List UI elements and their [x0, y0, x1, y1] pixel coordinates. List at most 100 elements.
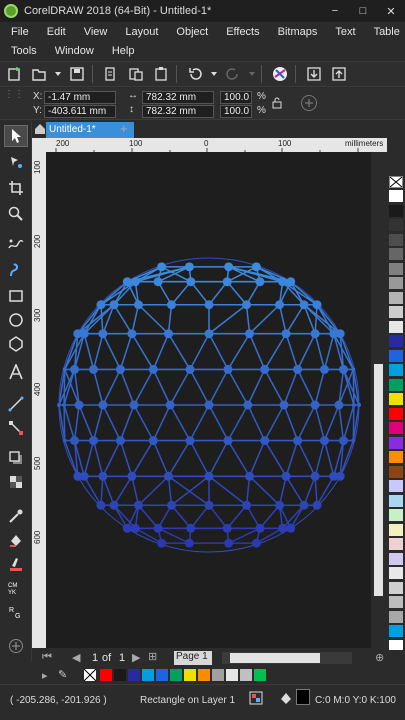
no-fill-swatch[interactable] [83, 668, 97, 682]
palette-swatch[interactable] [389, 320, 403, 333]
add-page-icon[interactable]: ⊞ [148, 650, 157, 663]
palette-swatch[interactable] [389, 480, 403, 492]
height-field[interactable]: 782.32 mm [142, 105, 214, 118]
width-field[interactable]: 782.32 mm [142, 91, 214, 104]
menu-layout[interactable]: Layout [114, 26, 165, 38]
artistic-media-tool-icon[interactable] [4, 259, 28, 281]
menu-effects[interactable]: Effects [215, 26, 266, 38]
text-tool-icon[interactable] [4, 361, 28, 383]
scale-width-field[interactable]: 100.0 [220, 91, 252, 104]
next-page-icon[interactable]: ▶ [132, 651, 140, 664]
print-icon[interactable] [100, 63, 122, 85]
corel-connect-icon[interactable] [269, 63, 291, 85]
shape-tool-icon[interactable] [4, 151, 28, 173]
palette-swatch[interactable] [389, 465, 403, 478]
document-color-swatch[interactable] [100, 669, 112, 681]
palette-swatch[interactable] [389, 393, 403, 405]
pick-tool-icon[interactable] [4, 125, 28, 147]
palette-swatch[interactable] [389, 625, 403, 637]
menu-help[interactable]: Help [101, 45, 142, 57]
document-color-swatch[interactable] [212, 669, 224, 681]
page-1-tab[interactable]: Page 1 [174, 651, 212, 665]
undo-dropdown-icon[interactable] [209, 63, 219, 85]
eyedropper-icon[interactable]: ✎ [58, 668, 67, 681]
document-color-swatch[interactable] [170, 669, 182, 681]
fill-color-swatch[interactable] [296, 689, 310, 705]
palette-swatch[interactable] [389, 306, 403, 318]
palette-swatch[interactable] [389, 552, 403, 565]
palette-swatch[interactable] [389, 596, 403, 608]
palette-swatch[interactable] [389, 349, 403, 362]
menu-edit[interactable]: Edit [36, 26, 73, 38]
palette-swatch[interactable] [389, 581, 403, 594]
add-icon[interactable] [300, 94, 318, 115]
polygon-tool-icon[interactable] [4, 333, 28, 355]
palette-swatch[interactable] [389, 523, 403, 536]
palette-swatch[interactable] [389, 190, 403, 202]
document-color-swatch[interactable] [156, 669, 168, 681]
cmyk-tool-icon[interactable]: CM YK [4, 577, 28, 599]
transparency-tool-icon[interactable] [4, 471, 28, 493]
redo-dropdown-icon[interactable] [247, 63, 257, 85]
new-document-icon[interactable] [3, 63, 25, 85]
palette-swatch[interactable] [389, 233, 403, 246]
palette-swatch[interactable] [389, 451, 403, 463]
menu-object[interactable]: Object [165, 26, 215, 38]
document-color-swatch[interactable] [128, 669, 140, 681]
fill-icon[interactable] [279, 691, 295, 708]
rectangle-tool-icon[interactable] [4, 285, 28, 307]
eyedropper-tool-icon[interactable] [4, 505, 28, 527]
minimize-button[interactable]: − [321, 0, 349, 22]
menu-window[interactable]: Window [44, 45, 101, 57]
palette-swatch[interactable] [389, 277, 403, 289]
document-color-swatch[interactable] [142, 669, 154, 681]
add-tab-button[interactable]: + [120, 121, 128, 136]
paste-icon[interactable] [150, 63, 172, 85]
open-dropdown-icon[interactable] [53, 63, 63, 85]
close-button[interactable]: ✕ [377, 0, 405, 22]
menu-tools[interactable]: Tools [0, 45, 44, 57]
shadow-tool-icon[interactable] [4, 447, 28, 469]
palette-swatch[interactable] [389, 204, 403, 217]
home-icon[interactable] [34, 123, 46, 138]
horizontal-scrollbar[interactable] [222, 652, 352, 664]
redo-icon[interactable] [222, 63, 244, 85]
palette-swatch[interactable] [389, 335, 403, 347]
document-color-swatch[interactable] [254, 669, 266, 681]
scrollbar-thumb[interactable] [230, 653, 320, 663]
save-icon[interactable] [66, 63, 88, 85]
palette-swatch[interactable] [389, 436, 403, 449]
smart-fill-tool-icon[interactable] [4, 553, 28, 575]
add-tool-icon[interactable] [4, 635, 28, 657]
zoom-navigator-icon[interactable]: ⊕ [375, 651, 384, 664]
undo-icon[interactable] [184, 63, 206, 85]
import-icon[interactable] [303, 63, 325, 85]
menu-view[interactable]: View [73, 26, 115, 38]
lock-ratio-icon[interactable] [272, 97, 282, 112]
palette-swatch[interactable] [389, 364, 403, 376]
zoom-tool-icon[interactable] [4, 203, 28, 225]
menu-bitmaps[interactable]: Bitmaps [267, 26, 325, 38]
palette-swatch[interactable] [389, 248, 403, 260]
ellipse-tool-icon[interactable] [4, 309, 28, 331]
document-color-swatch[interactable] [184, 669, 196, 681]
menu-text[interactable]: Text [324, 26, 362, 38]
document-color-swatch[interactable] [240, 669, 252, 681]
cut-icon[interactable] [125, 63, 147, 85]
freehand-tool-icon[interactable] [4, 233, 28, 255]
menu-table[interactable]: Table [363, 26, 405, 38]
maximize-button[interactable]: □ [349, 0, 377, 22]
palette-swatch[interactable] [389, 538, 403, 550]
document-color-swatch[interactable] [226, 669, 238, 681]
menu-file[interactable]: File [0, 26, 36, 38]
geodesic-sphere-drawing[interactable] [46, 152, 371, 648]
palette-swatch[interactable] [389, 422, 403, 434]
crop-tool-icon[interactable] [4, 177, 28, 199]
drawing-canvas[interactable] [46, 152, 371, 648]
scrollbar-thumb[interactable] [374, 364, 383, 596]
x-position-field[interactable]: -1.47 mm [44, 91, 116, 104]
vertical-scrollbar[interactable] [371, 152, 386, 648]
palette-swatch[interactable] [389, 378, 403, 391]
document-color-swatch[interactable] [198, 669, 210, 681]
palette-menu-icon[interactable]: ▸ [42, 669, 48, 682]
